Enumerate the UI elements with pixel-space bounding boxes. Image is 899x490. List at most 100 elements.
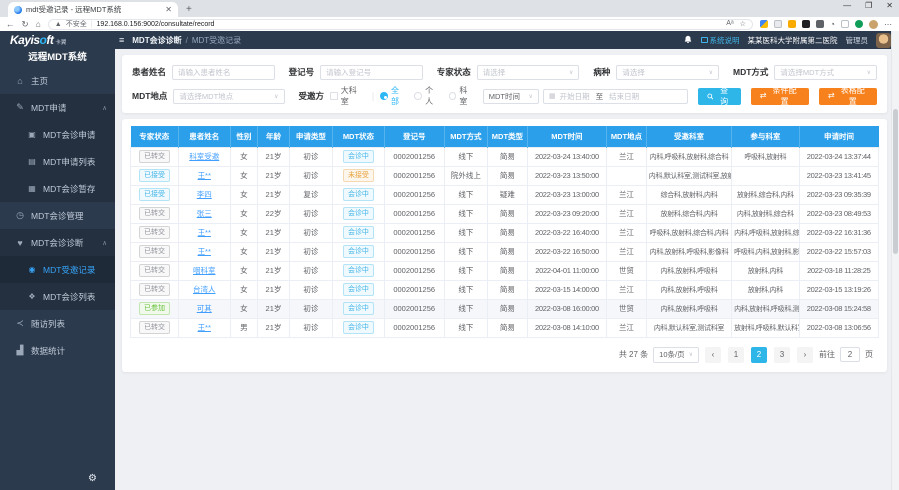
expert-status-tag: 已转交 bbox=[139, 226, 170, 239]
page-button-1[interactable]: 1 bbox=[728, 347, 744, 363]
gear-icon[interactable]: ⚙ bbox=[88, 473, 97, 484]
browser-refresh-icon[interactable]: ◔ bbox=[830, 20, 835, 29]
cell-gender: 女 bbox=[230, 299, 258, 318]
sidebar-item-mdt-consult-diagnosis[interactable]: ♥ MDT会诊诊断 ∧ bbox=[0, 229, 115, 256]
browser-tab[interactable]: mdt受邀记录 - 远程MDT系统 ✕ bbox=[8, 2, 178, 17]
radio-dept-label: 科室 bbox=[459, 85, 474, 107]
radio-all[interactable] bbox=[380, 92, 388, 100]
heart-icon: ♥ bbox=[14, 238, 26, 248]
sidebar-item-home[interactable]: ⌂ 主页 bbox=[0, 67, 115, 94]
cell-gender: 女 bbox=[230, 223, 258, 242]
favorite-star-icon[interactable]: ☆ bbox=[740, 20, 746, 28]
split-screen-icon[interactable] bbox=[841, 20, 849, 28]
sidebar-item-label: MDT会诊列表 bbox=[43, 291, 95, 303]
sidebar-item-mdt-apply[interactable]: ✎ MDT申请 ∧ bbox=[0, 94, 115, 121]
new-tab-button[interactable]: + bbox=[186, 3, 192, 17]
table-config-button[interactable]: ⇄ 表格配置 bbox=[819, 88, 877, 105]
browser-extension-icon[interactable] bbox=[788, 20, 796, 28]
radio-dept[interactable] bbox=[449, 92, 457, 100]
big-dept-checkbox[interactable] bbox=[330, 92, 338, 100]
browser-extension-icon[interactable] bbox=[855, 20, 863, 28]
sidebar-item-label: 数据统计 bbox=[31, 345, 65, 357]
page-button-3[interactable]: 3 bbox=[774, 347, 790, 363]
refresh-icon[interactable]: ↻ bbox=[22, 20, 29, 29]
window-restore-icon[interactable]: ❐ bbox=[865, 1, 872, 10]
cell-invited: 内科,放射科,呼吸科,影像科 bbox=[646, 242, 731, 261]
sidebar-item-mdt-consult-list[interactable]: ❖ MDT会诊列表 bbox=[0, 283, 115, 310]
sidebar-item-data-stats[interactable]: ▟ 数据统计 bbox=[0, 337, 115, 364]
address-bar[interactable]: ▲ 不安全 | 192.168.0.156:9002/consultate/re… bbox=[48, 19, 753, 30]
sidebar-collapse-icon[interactable]: ≡ bbox=[119, 35, 124, 45]
table-row: 已转交台湾人女21岁初诊会诊中0002001256线下简易2022-03-15 … bbox=[131, 280, 879, 299]
radio-personal[interactable] bbox=[414, 92, 422, 100]
next-page-button[interactable]: › bbox=[797, 347, 813, 363]
page-size-select[interactable]: 10条/页∨ bbox=[653, 347, 699, 363]
sidebar-item-mdt-invite-record[interactable]: ◉ MDT受邀记录 bbox=[0, 256, 115, 283]
prev-page-button[interactable]: ‹ bbox=[705, 347, 721, 363]
bell-icon[interactable] bbox=[683, 35, 693, 45]
chevron-down-icon: ∨ bbox=[689, 351, 693, 358]
patient-name-input[interactable]: 请输入患者姓名 bbox=[172, 65, 275, 80]
sidebar-item-label: MDT会诊暂存 bbox=[43, 183, 95, 195]
tab-close-icon[interactable]: ✕ bbox=[165, 5, 172, 14]
window-close-icon[interactable]: ✕ bbox=[886, 1, 893, 10]
security-label[interactable]: 不安全 bbox=[66, 19, 87, 29]
browser-profile-avatar[interactable] bbox=[869, 20, 878, 29]
system-note-link[interactable]: 系统说明 bbox=[701, 35, 740, 46]
home-icon[interactable]: ⌂ bbox=[36, 20, 41, 29]
patient-name-link[interactable]: 张三 bbox=[197, 209, 212, 218]
read-aloud-icon[interactable]: Aᵃ bbox=[726, 20, 733, 28]
mdt-place-select[interactable]: 请选择MDT地点∨ bbox=[173, 89, 284, 104]
cell-mdt-mode: 线下 bbox=[444, 223, 487, 242]
date-range-picker[interactable]: ▦ 开始日期 至 结束日期 bbox=[543, 89, 688, 104]
cell-mdt-place: 兰江 bbox=[607, 204, 647, 223]
disease-label: 病种 bbox=[593, 66, 610, 78]
time-field-select[interactable]: MDT时间∨ bbox=[483, 89, 539, 104]
page-scrollbar[interactable] bbox=[891, 31, 899, 490]
browser-more-icon[interactable]: ⋯ bbox=[884, 20, 893, 29]
browser-extension-icon[interactable] bbox=[760, 20, 768, 28]
reg-no-input[interactable]: 请输入登记号 bbox=[320, 65, 423, 80]
cell-joined: 呼吸科,放射科 bbox=[732, 147, 799, 166]
cell-name: 张三 bbox=[178, 204, 230, 223]
patient-name-link[interactable]: 王** bbox=[198, 171, 211, 180]
sidebar-item-mdt-consult-manage[interactable]: ◷ MDT会诊管理 bbox=[0, 202, 115, 229]
patient-name-link[interactable]: 台湾人 bbox=[193, 285, 216, 294]
cell-invited: 综合科,放射科,内科 bbox=[646, 185, 731, 204]
cell-mdt-status: 会诊中 bbox=[333, 147, 385, 166]
mdt-mode-select[interactable]: 请选择MDT方式∨ bbox=[774, 65, 877, 80]
page-jump-input[interactable] bbox=[840, 347, 860, 362]
user-avatar[interactable] bbox=[876, 33, 891, 48]
sidebar-item-followup-list[interactable]: ≺ 随访列表 bbox=[0, 310, 115, 337]
expert-status-select[interactable]: 请选择∨ bbox=[477, 65, 580, 80]
sidebar-item-mdt-consult-draft[interactable]: ▦ MDT会诊暂存 bbox=[0, 175, 115, 202]
patient-name-link[interactable]: 可其 bbox=[197, 304, 212, 313]
patient-name-link[interactable]: 咽科室 bbox=[193, 266, 216, 275]
cell-mdt-place: 兰江 bbox=[607, 242, 647, 261]
browser-extension-icon[interactable] bbox=[816, 20, 824, 28]
cell-invited: 内科,默认科室,测试科室 bbox=[646, 318, 731, 337]
condition-config-button[interactable]: ⇄ 条件配置 bbox=[751, 88, 809, 105]
cell-mdt-status: 会诊中 bbox=[333, 280, 385, 299]
scrollbar-thumb[interactable] bbox=[893, 109, 898, 254]
sidebar-item-mdt-apply-list[interactable]: ▤ MDT申请列表 bbox=[0, 148, 115, 175]
patient-name-link[interactable]: 科室受邀 bbox=[189, 152, 219, 161]
patient-name-link[interactable]: 王** bbox=[198, 228, 211, 237]
sidebar-item-mdt-consult-apply[interactable]: ▣ MDT会诊申请 bbox=[0, 121, 115, 148]
clipboard-icon[interactable] bbox=[774, 20, 782, 28]
cell-mdt-place: 兰江 bbox=[607, 280, 647, 299]
patient-name-link[interactable]: 李四 bbox=[197, 190, 212, 199]
page-button-2[interactable]: 2 bbox=[751, 347, 767, 363]
window-minimize-icon[interactable]: — bbox=[843, 1, 851, 10]
patient-name-link[interactable]: 王** bbox=[198, 247, 211, 256]
cell-invited: 呼吸科,放射科,综合科,内科 bbox=[646, 223, 731, 242]
chevron-down-icon: ∨ bbox=[565, 69, 573, 76]
disease-select[interactable]: 请选择∨ bbox=[616, 65, 719, 80]
back-icon[interactable]: ← bbox=[6, 20, 15, 29]
breadcrumb-current: MDT受邀记录 bbox=[192, 35, 241, 46]
browser-extension-icon[interactable] bbox=[802, 20, 810, 28]
patient-name-link[interactable]: 王** bbox=[198, 323, 211, 332]
search-button[interactable]: 查询 bbox=[698, 88, 741, 105]
cell-mdt-type: 简易 bbox=[488, 261, 528, 280]
cell-reg-no: 0002001256 bbox=[384, 204, 444, 223]
